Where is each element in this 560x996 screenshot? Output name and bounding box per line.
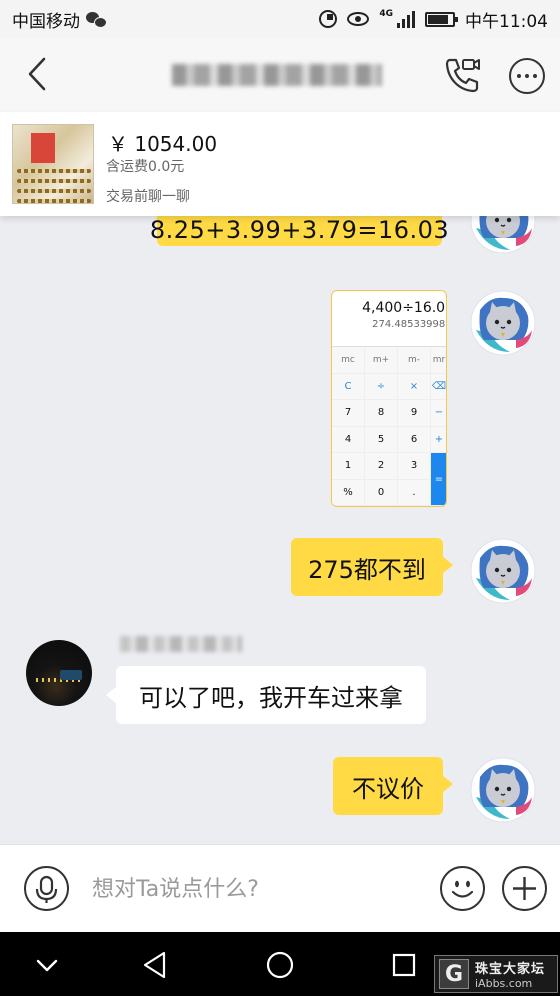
calc-key: 8 <box>365 400 398 427</box>
microphone-icon <box>35 875 58 903</box>
product-card[interactable]: ￥ 1054.00 含运费0.0元 交易前聊一聊 <box>0 112 560 216</box>
more-icon <box>517 74 521 78</box>
site-watermark: G 珠宝大家坛 iAbbs.com <box>434 955 558 993</box>
triangle-back-icon <box>143 951 166 979</box>
calc-key: % <box>332 479 365 506</box>
network-type-label: 4G <box>379 9 393 19</box>
my-avatar[interactable] <box>470 538 536 604</box>
calc-key: m- <box>398 347 431 374</box>
alarm-icon <box>319 10 338 28</box>
calculator-screenshot-message[interactable]: 4,400÷16.03 274.4853399875 mc m+ m- mr C… <box>331 290 447 507</box>
message-bubble-me[interactable]: 不议价 <box>333 757 453 815</box>
calc-key: 4 <box>332 426 365 453</box>
cat-avatar-icon <box>470 757 536 823</box>
product-shipping: 含运费0.0元 <box>106 159 185 175</box>
calc-key: mr <box>431 347 446 374</box>
battery-icon <box>425 11 458 27</box>
back-button[interactable] <box>22 56 58 92</box>
wechat-notification-icon <box>86 11 107 28</box>
hide-keyboard-button[interactable] <box>30 948 64 982</box>
calc-key: ⌫ <box>431 374 446 400</box>
calc-key: 3 <box>398 453 431 480</box>
video-call-button[interactable] <box>442 56 482 94</box>
signal-icon: 4G <box>379 10 415 28</box>
my-avatar[interactable] <box>470 216 536 254</box>
product-price: ￥ 1054.00 <box>108 132 218 156</box>
nav-back-button[interactable] <box>138 948 172 982</box>
cat-avatar-icon <box>470 290 536 356</box>
calc-key: 5 <box>365 426 398 453</box>
watermark-cn-text: 珠宝大家坛 <box>475 962 546 977</box>
calc-display: 4,400÷16.03 274.4853399875 <box>332 291 446 346</box>
calc-expression: 4,400÷16.03 <box>362 300 447 316</box>
calc-key: 1 <box>332 453 365 480</box>
status-bar: 中国移动 4G 中午11:04 <box>0 0 560 38</box>
calc-result: 274.4853399875 <box>372 319 446 330</box>
my-avatar[interactable] <box>470 290 536 356</box>
calc-key: . <box>398 479 431 506</box>
cat-avatar-icon <box>470 538 536 604</box>
calc-key: mc <box>332 347 365 374</box>
calc-key: m+ <box>365 347 398 374</box>
calc-key: ÷ <box>365 373 398 400</box>
video-call-icon <box>445 58 480 93</box>
my-avatar[interactable] <box>470 757 536 823</box>
calc-key: 9 <box>398 400 431 427</box>
voice-input-button[interactable] <box>24 866 69 911</box>
message-input[interactable] <box>92 867 412 911</box>
message-bubble-me[interactable]: 8.25+3.99+3.79=16.03 <box>150 216 449 246</box>
cat-avatar-icon <box>470 216 536 254</box>
carrier-label: 中国移动 <box>12 11 80 32</box>
chevron-down-icon <box>36 959 58 972</box>
battery-fill <box>428 14 449 24</box>
add-attachment-button[interactable] <box>502 866 547 911</box>
square-recents-icon <box>392 953 416 977</box>
calc-key: × <box>398 373 431 400</box>
contact-name-blurred <box>172 64 382 86</box>
product-thumbnail[interactable] <box>12 124 94 204</box>
nav-home-button[interactable] <box>263 948 297 982</box>
calc-key: + <box>431 427 446 453</box>
contact-avatar[interactable] <box>26 640 92 706</box>
circle-home-icon <box>266 951 294 979</box>
plus-icon <box>513 877 536 900</box>
eye-comfort-icon <box>347 12 370 26</box>
emoji-button[interactable] <box>440 866 485 911</box>
message-bubble-me[interactable]: 275都不到 <box>291 538 453 596</box>
sender-name-blurred <box>120 636 242 652</box>
calc-keypad: mc m+ m- mr C ÷ × ⌫ 7 8 9 − 4 5 6 + 1 2 … <box>332 346 446 506</box>
calc-key: − <box>431 400 446 427</box>
calc-key-equals: = <box>431 453 446 506</box>
watermark-logo: G <box>439 959 469 989</box>
calc-key: 2 <box>365 453 398 480</box>
back-icon <box>28 57 46 91</box>
more-button[interactable] <box>509 58 545 94</box>
chat-message-list[interactable]: 8.25+3.99+3.79=16.03 4,400÷16.03 274.485… <box>0 216 560 844</box>
calc-key: 0 <box>365 479 398 506</box>
chat-header <box>0 38 560 112</box>
calc-key: 6 <box>398 426 431 453</box>
clock: 中午11:04 <box>465 11 548 32</box>
calc-key: C <box>332 373 365 400</box>
message-input-bar <box>0 844 560 932</box>
watermark-en-text: iAbbs.com <box>475 977 533 990</box>
nav-recents-button[interactable] <box>387 948 421 982</box>
calc-key: 7 <box>332 400 365 427</box>
message-bubble-them[interactable]: 可以了吧，我开车过来拿 <box>106 666 426 724</box>
smiley-icon <box>451 880 474 898</box>
chat-before-deal-label: 交易前聊一聊 <box>106 189 190 205</box>
